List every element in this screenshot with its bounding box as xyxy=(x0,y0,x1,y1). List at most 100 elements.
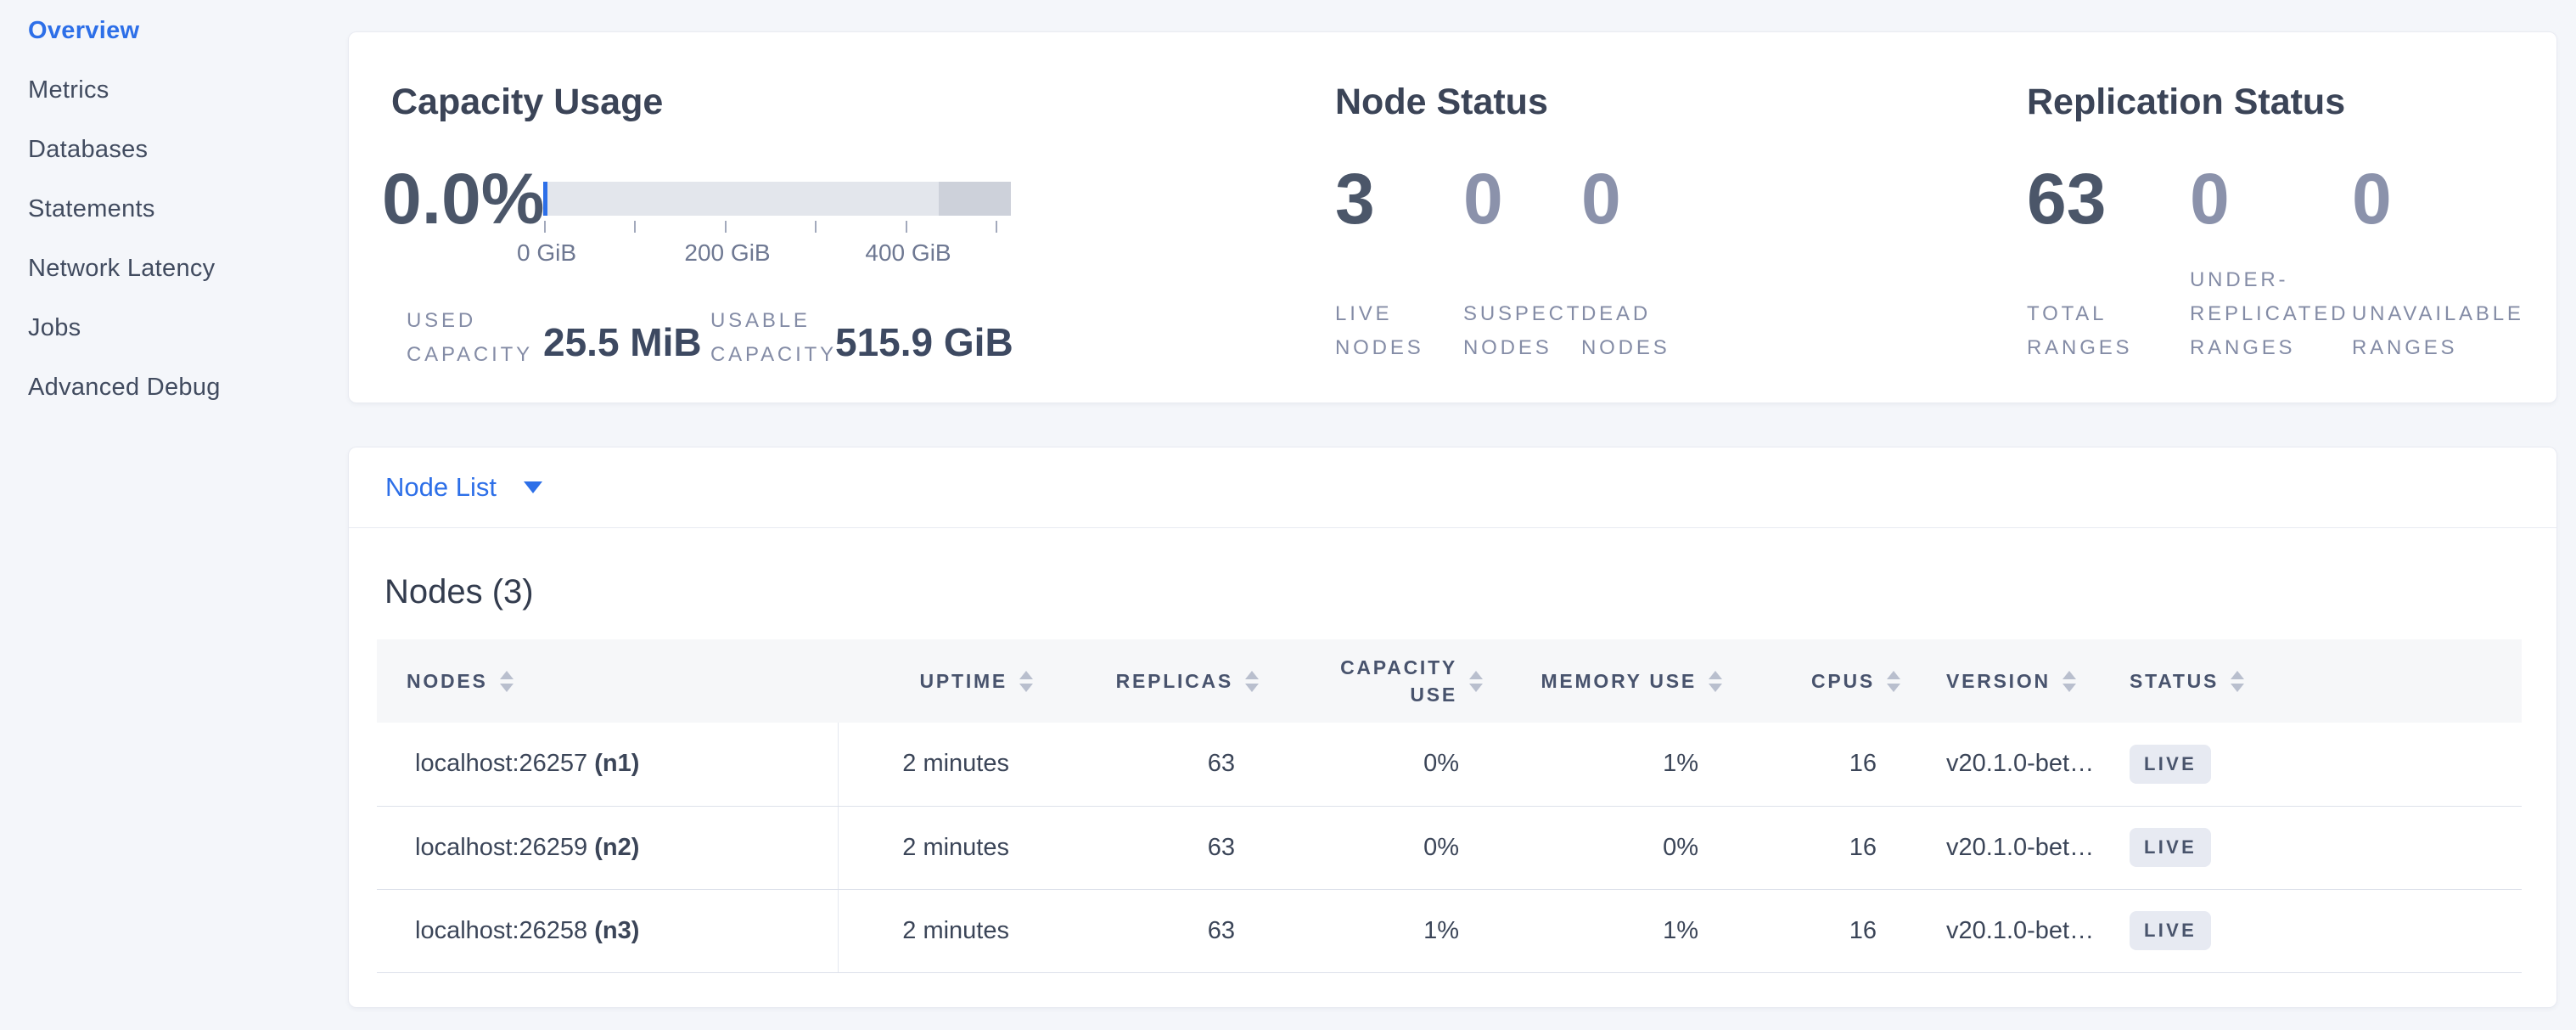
node-id: (n2) xyxy=(594,834,639,861)
nodes-count-heading: Nodes (3) xyxy=(384,573,534,611)
memory-use-cell: 1% xyxy=(1503,889,1743,972)
axis-label-200: 200 GiB xyxy=(684,239,770,267)
usable-capacity-label: USABLE CAPACITY xyxy=(710,304,817,372)
replicas-cell: 63 xyxy=(1053,806,1279,889)
column-header-replicas[interactable]: REPLICAS xyxy=(1053,639,1279,723)
under-replicated-ranges-stat: 0 UNDER-REPLICATED RANGES xyxy=(2190,160,2347,365)
status-badge: LIVE xyxy=(2130,911,2211,950)
column-header-nodes[interactable]: NODES xyxy=(377,639,838,723)
node-address: localhost:26257 xyxy=(415,750,587,777)
version-cell: v20.1.0-bet… xyxy=(1921,889,2106,972)
capacity-use-cell: 0% xyxy=(1279,723,1503,806)
total-ranges-value: 63 xyxy=(2027,160,2171,238)
sidebar-item-advanced-debug[interactable]: Advanced Debug xyxy=(28,357,334,417)
total-ranges-label: TOTAL RANGES xyxy=(2027,297,2129,365)
column-header-cpus[interactable]: CPUS xyxy=(1743,639,1921,723)
replicas-cell: 63 xyxy=(1053,889,1279,972)
sidebar-item-metrics[interactable]: Metrics xyxy=(28,60,334,120)
used-capacity-value: 25.5 MiB xyxy=(543,319,702,365)
capacity-use-cell: 0% xyxy=(1279,806,1503,889)
column-label: MEMORY USE xyxy=(1541,667,1697,695)
axis-label-400: 400 GiB xyxy=(865,239,951,267)
live-nodes-value: 3 xyxy=(1335,160,1454,238)
column-header-memory-use[interactable]: MEMORY USE xyxy=(1503,639,1743,723)
usable-capacity-value: 515.9 GiB xyxy=(835,319,1013,365)
sidebar: Overview Metrics Databases Statements Ne… xyxy=(28,1,334,417)
sort-icon xyxy=(1887,671,1900,692)
sidebar-item-jobs[interactable]: Jobs xyxy=(28,298,334,357)
nodes-table-header-row: NODES UPTIME REPLICAS xyxy=(377,639,2522,723)
node-address-cell[interactable]: localhost:26258 (n3) xyxy=(377,889,838,972)
column-header-capacity-use[interactable]: CAPACITY USE xyxy=(1279,639,1503,723)
live-nodes-stat: 3 LIVE NODES xyxy=(1335,160,1454,365)
column-header-uptime[interactable]: UPTIME xyxy=(838,639,1053,723)
chevron-down-icon xyxy=(524,481,542,493)
column-label: NODES xyxy=(407,667,488,695)
axis-tick xyxy=(996,221,997,233)
axis-tick xyxy=(544,221,546,233)
replicas-cell: 63 xyxy=(1053,723,1279,806)
capacity-usage-title: Capacity Usage xyxy=(391,82,663,123)
unavailable-ranges-label: UNAVAILABLE RANGES xyxy=(2352,297,2509,365)
version-cell: v20.1.0-bet… xyxy=(1921,806,2106,889)
status-cell: LIVE xyxy=(2106,806,2522,889)
node-row-n2[interactable]: localhost:26259 (n2) 2 minutes 63 0% 0% … xyxy=(377,806,2522,889)
node-id: (n1) xyxy=(594,750,639,777)
live-nodes-label: LIVE NODES xyxy=(1335,297,1428,365)
sidebar-item-statements[interactable]: Statements xyxy=(28,179,334,239)
memory-use-cell: 0% xyxy=(1503,806,1743,889)
used-capacity-label: USED CAPACITY xyxy=(407,304,517,372)
status-badge: LIVE xyxy=(2130,745,2211,784)
node-address: localhost:26259 xyxy=(415,834,587,861)
uptime-cell: 2 minutes xyxy=(838,723,1053,806)
nodes-table: NODES UPTIME REPLICAS xyxy=(377,639,2522,973)
node-address-cell[interactable]: localhost:26259 (n2) xyxy=(377,806,838,889)
total-ranges-stat: 63 TOTAL RANGES xyxy=(2027,160,2171,365)
sidebar-item-overview[interactable]: Overview xyxy=(28,1,334,60)
uptime-cell: 2 minutes xyxy=(838,889,1053,972)
status-badge: LIVE xyxy=(2130,828,2211,867)
capacity-use-cell: 1% xyxy=(1279,889,1503,972)
status-cell: LIVE xyxy=(2106,723,2522,806)
cpus-cell: 16 xyxy=(1743,889,1921,972)
under-replicated-ranges-value: 0 xyxy=(2190,160,2347,238)
sort-icon xyxy=(1469,671,1483,692)
sort-icon xyxy=(1245,671,1259,692)
axis-tick xyxy=(906,221,907,233)
node-list-dropdown-label: Node List xyxy=(385,472,497,503)
under-replicated-ranges-label: UNDER-REPLICATED RANGES xyxy=(2190,263,2347,365)
node-id: (n3) xyxy=(594,917,639,944)
dead-nodes-stat: 0 DEAD NODES xyxy=(1581,160,1696,365)
node-address-cell[interactable]: localhost:26257 (n1) xyxy=(377,723,838,806)
node-address: localhost:26258 xyxy=(415,917,587,944)
capacity-bar-used-segment xyxy=(543,182,547,216)
column-label: CPUS xyxy=(1811,667,1875,695)
node-list-dropdown-bar xyxy=(349,447,2556,528)
cluster-summary-card: Capacity Usage 0.0% 0 GiB 200 GiB 400 Gi… xyxy=(348,31,2557,403)
sort-icon xyxy=(500,671,514,692)
suspect-nodes-label: SUSPECT NODES xyxy=(1463,297,1574,365)
sort-icon xyxy=(1019,671,1033,692)
column-header-status[interactable]: STATUS xyxy=(2106,639,2522,723)
node-row-n3[interactable]: localhost:26258 (n3) 2 minutes 63 1% 1% … xyxy=(377,889,2522,972)
sort-icon xyxy=(2062,671,2076,692)
node-status-title: Node Status xyxy=(1335,82,1548,123)
cpus-cell: 16 xyxy=(1743,723,1921,806)
capacity-usage-bar xyxy=(543,182,1011,216)
column-label: REPLICAS xyxy=(1116,667,1233,695)
suspect-nodes-stat: 0 SUSPECT NODES xyxy=(1463,160,1578,365)
column-label: STATUS xyxy=(2130,667,2219,695)
node-row-n1[interactable]: localhost:26257 (n1) 2 minutes 63 0% 1% … xyxy=(377,723,2522,806)
dead-nodes-label: DEAD NODES xyxy=(1581,297,1675,365)
capacity-bar-reserved-segment xyxy=(939,182,1011,216)
column-label: UPTIME xyxy=(920,667,1007,695)
column-label: VERSION xyxy=(1946,667,2051,695)
cpus-cell: 16 xyxy=(1743,806,1921,889)
column-header-version[interactable]: VERSION xyxy=(1921,639,2106,723)
replication-status-title: Replication Status xyxy=(2027,82,2345,123)
sidebar-item-databases[interactable]: Databases xyxy=(28,120,334,179)
node-list-dropdown[interactable]: Node List xyxy=(385,447,542,527)
status-cell: LIVE xyxy=(2106,889,2522,972)
dead-nodes-value: 0 xyxy=(1581,160,1696,238)
sidebar-item-network-latency[interactable]: Network Latency xyxy=(28,239,334,298)
